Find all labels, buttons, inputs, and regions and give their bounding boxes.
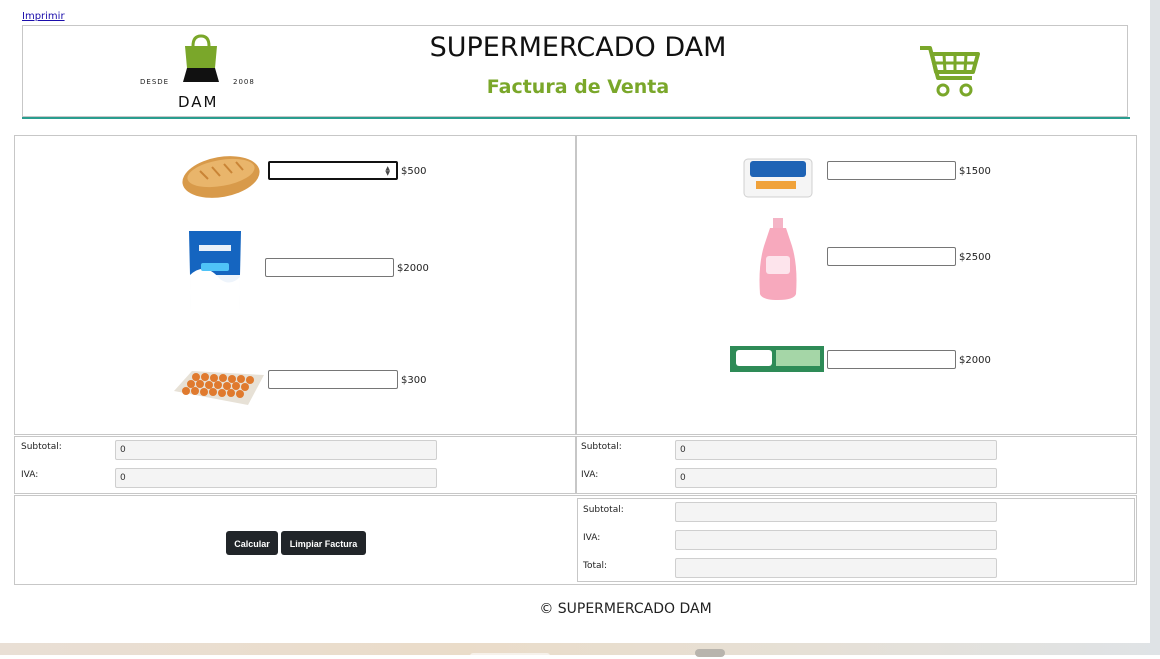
window-frame-bottom (0, 643, 1160, 659)
total-iva-field (675, 530, 997, 550)
summary-panel-right: Subtotal: 0 IVA: 0 (576, 436, 1137, 494)
logo-brand: DAM (178, 93, 219, 111)
store-logo: DESDE 2008 DAM (140, 34, 260, 114)
iva-field-left: 0 (115, 468, 437, 488)
price-protex: $1500 (959, 166, 991, 177)
invoice-title: Factura de Venta (486, 76, 670, 98)
footer-copyright: © SUPERMERCADO DAM (539, 601, 712, 617)
window-frame-right (1150, 0, 1160, 655)
total-subtotal-field (675, 502, 997, 522)
total-iva-label: IVA: (583, 533, 601, 543)
iva-label: IVA: (581, 470, 599, 480)
stepper-icon[interactable]: ▲ ▼ (385, 166, 390, 177)
actions-totals-panel: Calcular Limpiar Factura Subtotal: IVA: … (14, 495, 1137, 585)
total-field (675, 558, 997, 578)
store-title: SUPERMERCADO DAM (429, 32, 727, 63)
taskbar-item (695, 649, 725, 657)
price-shampoo: $2500 (959, 252, 991, 263)
logo-desde: DESDE (140, 78, 170, 86)
bread-image (182, 156, 260, 198)
quantity-input-leche[interactable] (265, 258, 394, 277)
protex-soap-image (743, 158, 813, 198)
quantity-input-protex[interactable] (827, 161, 956, 180)
quantity-input-huevos[interactable] (268, 370, 398, 389)
shopping-bag-icon (183, 34, 219, 82)
taskbar-pill (470, 653, 550, 659)
subtotal-field-left: 0 (115, 440, 437, 460)
oral-b-toothpaste-image (730, 346, 824, 372)
subtotal-label: Subtotal: (581, 442, 622, 452)
header-divider (22, 117, 1130, 119)
summary-panel-left: Subtotal: 0 IVA: 0 (14, 436, 576, 494)
price-pan: $500 (401, 166, 427, 177)
eggs-tray-image (174, 371, 264, 405)
total-label: Total: (583, 561, 608, 571)
iva-field-right: 0 (675, 468, 997, 488)
quantity-input-pan[interactable]: ▲ ▼ (268, 161, 398, 180)
shopping-cart-icon (920, 46, 980, 97)
quantity-input-shampoo[interactable] (827, 247, 956, 266)
logo-year: 2008 (233, 78, 255, 86)
clear-invoice-button[interactable]: Limpiar Factura (281, 531, 366, 555)
totals-box: Subtotal: IVA: Total: (577, 498, 1135, 582)
products-panel-right: $1500 $2500 $2000 (576, 135, 1137, 435)
price-leche: $2000 (397, 263, 429, 274)
iva-label: IVA: (21, 470, 39, 480)
total-subtotal-label: Subtotal: (583, 505, 624, 515)
johnsons-shampoo-image (759, 218, 797, 300)
milk-bag-image (189, 231, 241, 311)
products-panel-left: ▲ ▼ $500 $2000 $300 (14, 135, 576, 435)
invoice-header: DESDE 2008 DAM SUPERMERCADO DAM Factura … (22, 25, 1128, 117)
subtotal-field-right: 0 (675, 440, 997, 460)
price-crema-dental: $2000 (959, 355, 991, 366)
print-link[interactable]: Imprimir (22, 11, 65, 22)
calculate-button[interactable]: Calcular (226, 531, 278, 555)
price-huevos: $300 (401, 375, 427, 386)
quantity-input-crema-dental[interactable] (827, 350, 956, 369)
subtotal-label: Subtotal: (21, 442, 62, 452)
